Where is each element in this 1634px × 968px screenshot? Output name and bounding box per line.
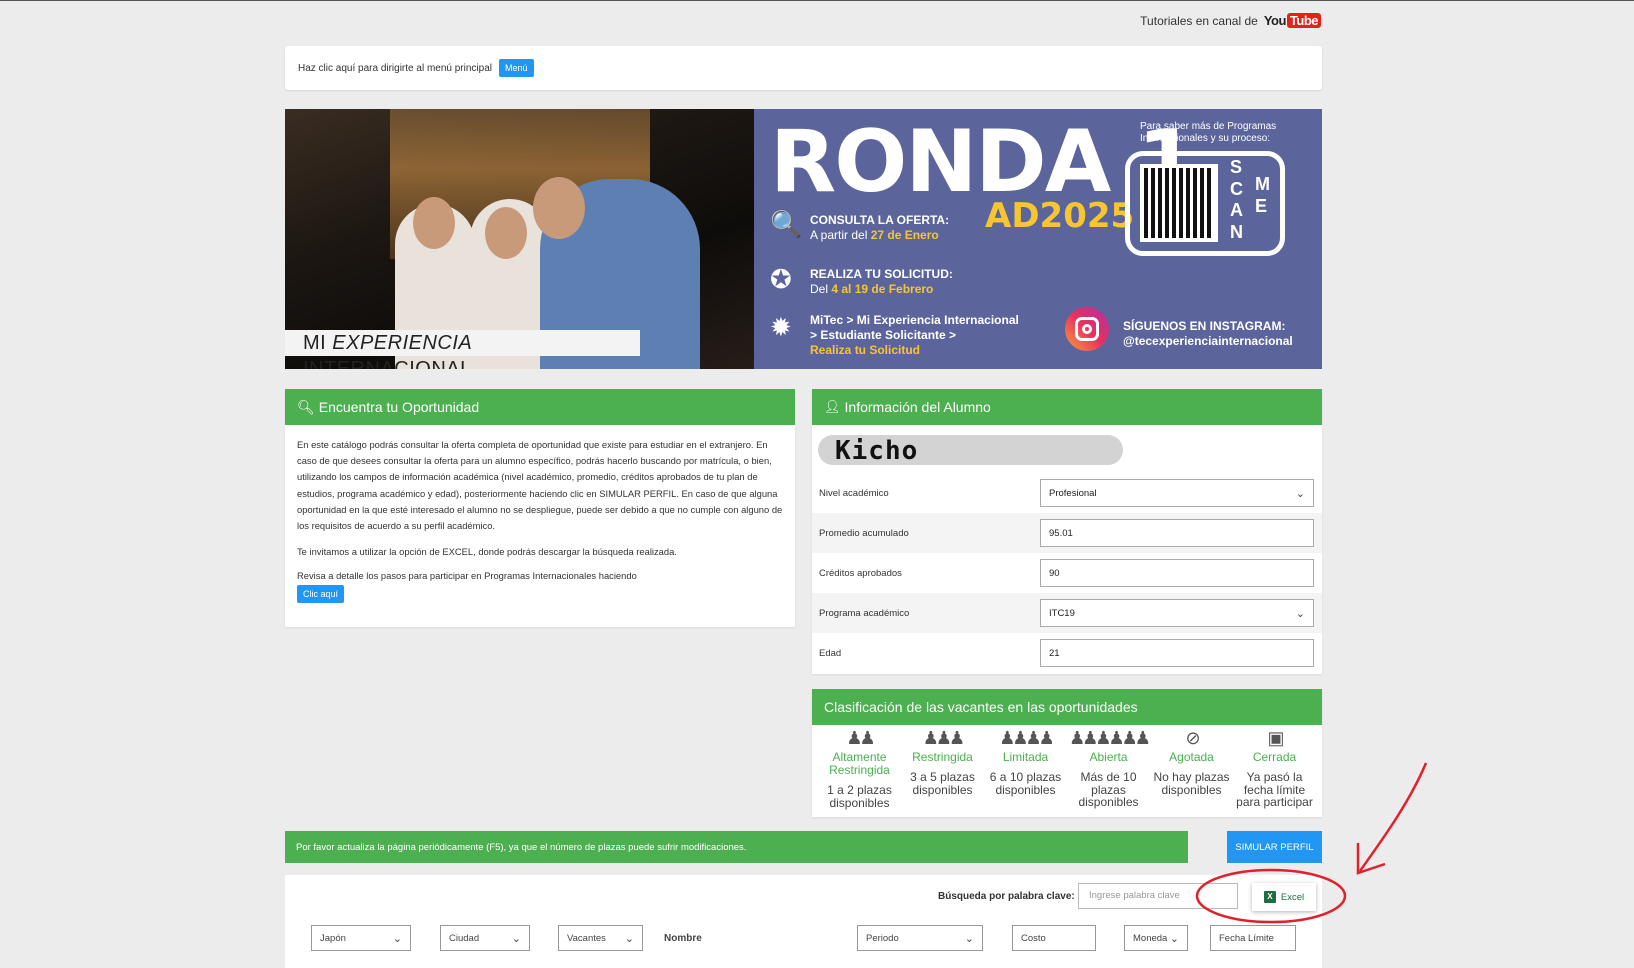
- class-altamente-restringida: ♟♟ Altamente Restringida 1 a 2 plazas di…: [827, 728, 892, 810]
- chevron-down-icon: ⌄: [1295, 607, 1305, 620]
- simulate-profile-button[interactable]: SIMULAR PERFIL: [1227, 831, 1322, 863]
- panel-title: Encuentra tu Oportunidad: [318, 399, 480, 415]
- chevron-down-icon: ⌄: [1295, 487, 1305, 500]
- user-icon: 👤︎: [824, 399, 841, 414]
- youtube-tutorials-link[interactable]: Tutoriales en canal de You Tube: [1140, 13, 1321, 28]
- tutorials-text: Tutoriales en canal de: [1140, 13, 1258, 28]
- vacancies-filter[interactable]: Vacantes ⌄: [558, 925, 643, 951]
- student-name: Kicho: [835, 436, 919, 466]
- panel-title: Información del Alumno: [844, 399, 991, 415]
- youtube-logo-icon[interactable]: You Tube: [1264, 13, 1321, 28]
- encuentra-oportunidad-panel: 🔍︎ Encuentra tu Oportunidad En este catá…: [285, 389, 795, 627]
- intro-paragraph: En este catálogo podrás consultar la ofe…: [297, 439, 783, 531]
- annotation-arrow: [1358, 762, 1428, 872]
- menu-card: Haz clic aquí para dirigirte al menú pri…: [285, 46, 1322, 90]
- excel-icon: X: [1263, 891, 1276, 903]
- people-many-icon: ♟♟♟♟♟♟: [1069, 728, 1151, 748]
- click-cursor-icon: ✪: [770, 264, 792, 294]
- student-name-area: Kicho: [812, 425, 1322, 473]
- edad-label: Edad: [819, 647, 842, 659]
- chevron-down-icon: ⌄: [964, 932, 974, 945]
- city-filter[interactable]: Ciudad ⌄: [440, 925, 530, 951]
- panel-header: Clasificación de las vacantes en las opo…: [812, 689, 1322, 725]
- cost-filter[interactable]: Costo: [1012, 925, 1096, 951]
- classification-panel: Clasificación de las vacantes en las opo…: [812, 689, 1322, 817]
- click-here-button[interactable]: Clic aquí: [297, 585, 345, 604]
- edad-input[interactable]: 21: [1040, 639, 1314, 667]
- search-offer-icon: 🔍: [770, 209, 803, 239]
- country-filter[interactable]: Japón ⌄: [311, 925, 411, 951]
- panel-header: 🔍︎ Encuentra tu Oportunidad: [285, 389, 795, 425]
- scan-text: SCAN: [1230, 157, 1243, 242]
- deadline-filter[interactable]: Fecha Límite: [1210, 925, 1296, 951]
- qr-caption: Para saber más de Programas Internaciona…: [1140, 121, 1277, 144]
- chevron-down-icon: ⌄: [511, 932, 521, 945]
- ronda-banner[interactable]: MI EXPERIENCIA INTERNACIONAL RONDA 1 AD2…: [285, 109, 1322, 369]
- step-mitec: MiTec > Mi Experiencia Internacional > E…: [810, 313, 1019, 357]
- row-creditos: Créditos aprobados 90: [812, 553, 1322, 593]
- programa-label: Programa académico: [819, 607, 910, 619]
- class-agotada: ⊘ Agotada No hay plazas disponibles: [1153, 728, 1230, 797]
- creditos-label: Créditos aprobados: [819, 567, 902, 579]
- step-consulta: CONSULTA LA OFERTA: A partir del 27 de E…: [810, 213, 950, 242]
- row-promedio: Promedio acumulado 95.01: [812, 513, 1322, 553]
- student-info-panel: 👤︎ Información del Alumno Kicho Nivel ac…: [812, 389, 1322, 674]
- keyword-label: Búsqueda por palabra clave:: [938, 891, 1075, 902]
- programa-select[interactable]: ITC19 ⌄: [1040, 599, 1314, 627]
- experiencia-label: MI EXPERIENCIA INTERNACIONAL: [285, 330, 640, 369]
- name-column-label: Nombre: [664, 933, 702, 944]
- lock-icon: ▣: [1267, 728, 1284, 748]
- nivel-select[interactable]: Profesional ⌄: [1040, 479, 1314, 507]
- class-abierta: ♟♟♟♟♟♟ Abierta Más de 10 plazas disponib…: [1069, 728, 1151, 810]
- promedio-input[interactable]: 95.01: [1040, 519, 1314, 547]
- instagram-text: SÍGUENOS EN INSTAGRAM: @tecexperienciain…: [1123, 319, 1293, 348]
- promedio-label: Promedio acumulado: [819, 527, 909, 539]
- creditos-input[interactable]: 90: [1040, 559, 1314, 587]
- instagram-icon: [1065, 307, 1109, 351]
- class-restringida: ♟♟♟ Restringida 3 a 5 plazas disponibles: [910, 728, 975, 797]
- row-programa: Programa académico ITC19 ⌄: [812, 593, 1322, 633]
- steps-paragraph: Revisa a detalle los pasos para particip…: [297, 570, 637, 582]
- nivel-label: Nivel académico: [819, 487, 889, 499]
- panel-title: Clasificación de las vacantes en las opo…: [824, 699, 1138, 715]
- chevron-down-icon: ⌄: [624, 932, 634, 945]
- people-2-icon: ♟♟: [846, 728, 875, 748]
- currency-filter[interactable]: Moneda ⌄: [1124, 925, 1188, 951]
- step-solicitud: REALIZA TU SOLICITUD: Del 4 al 19 de Feb…: [810, 267, 953, 296]
- chevron-down-icon: ⌄: [392, 932, 402, 945]
- people-4-icon: ♟♟♟♟: [999, 728, 1055, 748]
- refresh-notice: Por favor actualiza la página periódicam…: [285, 831, 1188, 863]
- keyword-search-input[interactable]: Ingrese palabra clave: [1078, 883, 1238, 909]
- me-text: ME: [1255, 174, 1270, 216]
- search-icon: 🔍︎: [297, 398, 315, 415]
- row-edad: Edad 21: [812, 633, 1322, 673]
- banner-subtitle: AD2025: [985, 196, 1135, 236]
- loading-icon: ✹: [770, 312, 792, 342]
- menu-card-text: Haz clic aquí para dirigirte al menú pri…: [298, 62, 492, 74]
- annotation-arrowhead: [1356, 843, 1386, 875]
- class-limitada: ♟♟♟♟ Limitada 6 a 10 plazas disponibles: [989, 728, 1062, 797]
- chevron-down-icon: ⌄: [1169, 932, 1179, 945]
- ban-icon: ⊘: [1185, 728, 1200, 748]
- row-nivel: Nivel académico Profesional ⌄: [812, 473, 1322, 513]
- people-3-icon: ♟♟♟: [922, 728, 965, 748]
- qr-code-icon[interactable]: [1140, 164, 1218, 242]
- excel-button[interactable]: X Excel: [1252, 883, 1316, 911]
- panel-header: 👤︎ Información del Alumno: [812, 389, 1322, 425]
- main-menu-button[interactable]: Menú: [498, 59, 534, 77]
- period-filter[interactable]: Periodo ⌄: [857, 925, 983, 951]
- class-cerrada: ▣ Cerrada Ya pasó la fecha límite para p…: [1236, 728, 1313, 810]
- excel-paragraph: Te invitamos a utilizar la opción de EXC…: [297, 546, 677, 558]
